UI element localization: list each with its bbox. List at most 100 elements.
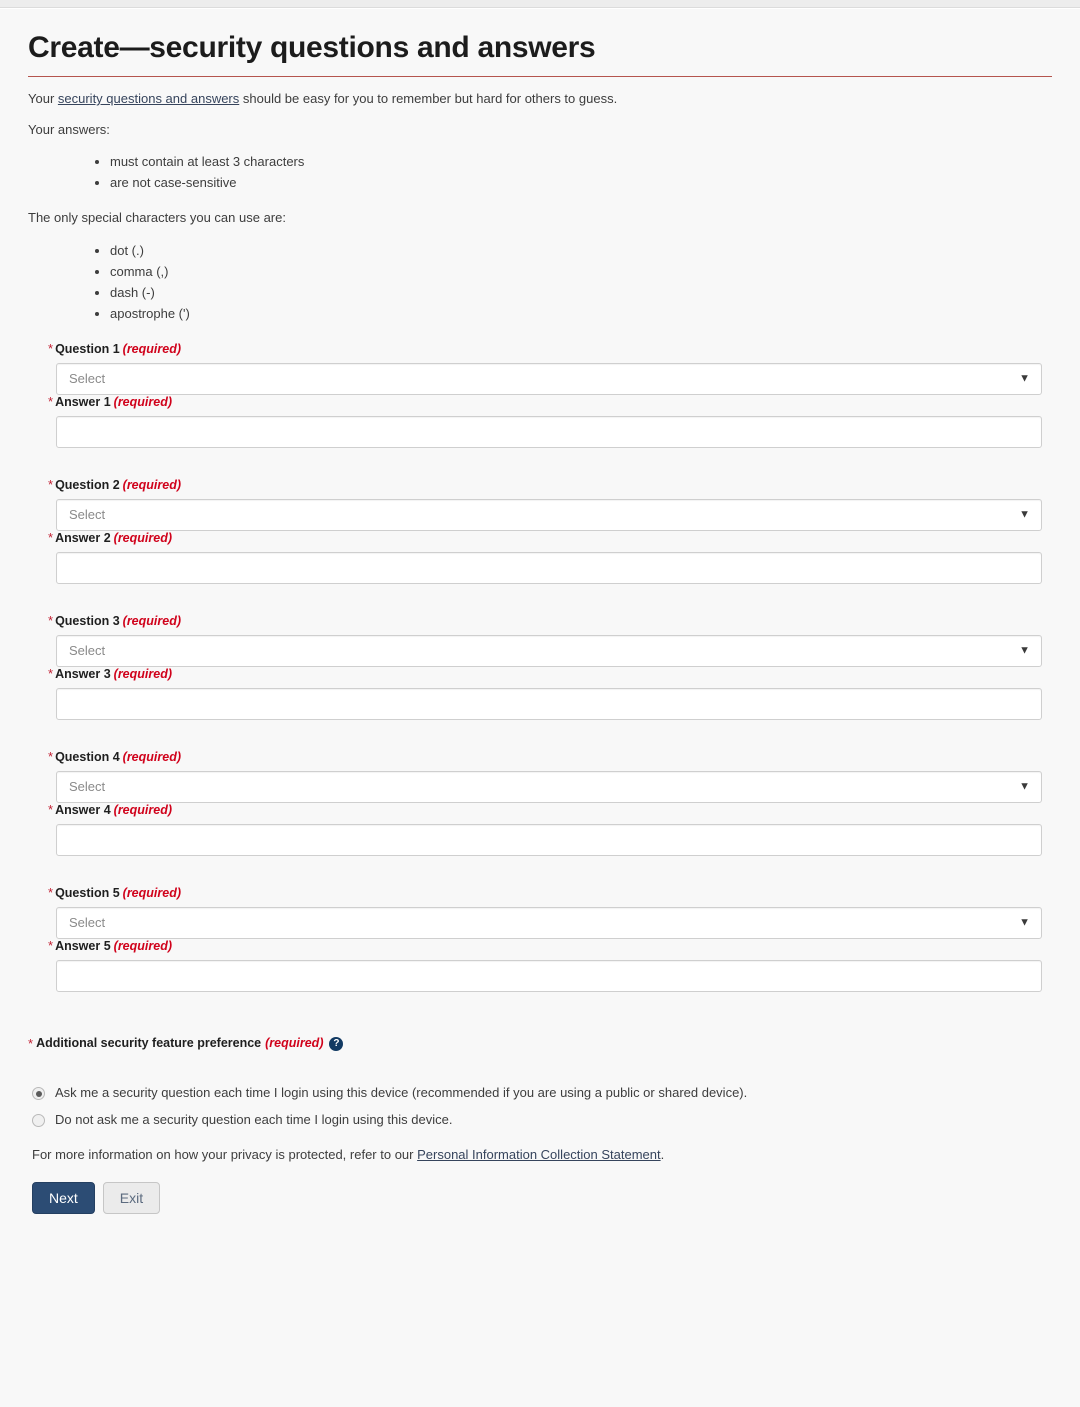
preference-option-ask-label: Ask me a security question each time I l… bbox=[55, 1084, 748, 1100]
preference-option-do-not-ask-label: Do not ask me a security question each t… bbox=[55, 1112, 453, 1128]
question-1-select-wrapper: Select ▼ bbox=[56, 362, 1042, 395]
required-hint: (required) bbox=[122, 885, 181, 900]
answer-4-input[interactable] bbox=[56, 823, 1042, 856]
required-hint: (required) bbox=[122, 341, 181, 356]
question-2-select-value: Select bbox=[69, 507, 106, 523]
question-2-select-wrapper: Select ▼ bbox=[56, 498, 1042, 531]
required-asterisk: * bbox=[48, 665, 54, 681]
radio-button-ask[interactable] bbox=[32, 1086, 45, 1100]
answer-5-input[interactable] bbox=[56, 959, 1042, 992]
question-3-select-wrapper: Select ▼ bbox=[56, 634, 1042, 667]
answer-3-label-text: Answer 3 bbox=[55, 666, 111, 681]
question-answer-block-4: * Question 4 (required) Select ▼ * Answer 4… bbox=[28, 750, 1052, 856]
list-item: must contain at least 3 characters bbox=[110, 151, 1052, 172]
intro-text-before: Your bbox=[28, 91, 58, 106]
question-4-label-text: Question 4 bbox=[55, 749, 120, 764]
answer-2-label-text: Answer 2 bbox=[55, 530, 111, 545]
privacy-note: For more information on how your privacy… bbox=[32, 1147, 1052, 1162]
exit-button[interactable]: Exit bbox=[102, 1182, 161, 1215]
answer-4-label-text: Answer 4 bbox=[55, 802, 111, 817]
required-hint: (required) bbox=[122, 477, 181, 492]
list-item: dash (-) bbox=[110, 282, 1052, 303]
preference-option-ask[interactable]: Ask me a security question each time I l… bbox=[28, 1085, 1052, 1102]
question-answer-block-2: * Question 2 (required) Select ▼ * Answer 2… bbox=[28, 478, 1052, 584]
security-questions-link[interactable]: security questions and answers bbox=[58, 91, 239, 106]
privacy-note-after: . bbox=[660, 1147, 665, 1163]
question-3-select[interactable]: Select bbox=[56, 634, 1042, 667]
list-item: are not case-sensitive bbox=[110, 172, 1052, 193]
additional-security-preference-section: * Additional security feature preference(… bbox=[28, 1036, 1052, 1234]
question-5-select[interactable]: Select bbox=[56, 906, 1042, 939]
page-container: Create—security questions and answers Yo… bbox=[0, 9, 1080, 1407]
list-item: comma (,) bbox=[110, 261, 1052, 282]
list-item: apostrophe (') bbox=[110, 303, 1052, 324]
question-4-select[interactable]: Select bbox=[56, 770, 1042, 803]
privacy-note-before: For more information on how your privacy… bbox=[32, 1147, 418, 1163]
answer-1-label-text: Answer 1 bbox=[55, 394, 111, 409]
required-hint: (required) bbox=[113, 938, 172, 953]
question-3-select-value: Select bbox=[69, 643, 106, 659]
title-divider bbox=[28, 76, 1052, 77]
question-4-select-wrapper: Select ▼ bbox=[56, 770, 1042, 803]
answer-5-label-text: Answer 5 bbox=[55, 938, 111, 953]
preference-radio-group: Ask me a security question each time I l… bbox=[28, 1085, 1052, 1130]
answer-1-label: * Answer 1 (required) bbox=[48, 395, 1052, 410]
answer-2-label: * Answer 2 (required) bbox=[48, 531, 1052, 546]
required-asterisk: * bbox=[48, 393, 54, 409]
required-asterisk: * bbox=[48, 937, 54, 953]
answer-1-input[interactable] bbox=[56, 415, 1042, 448]
preference-option-do-not-ask[interactable]: Do not ask me a security question each t… bbox=[28, 1112, 1052, 1129]
required-hint: (required) bbox=[122, 613, 181, 628]
required-asterisk: * bbox=[48, 612, 54, 628]
question-5-label: * Question 5 (required) bbox=[48, 886, 1052, 901]
answer-3-label: * Answer 3 (required) bbox=[48, 667, 1052, 682]
answers-heading: Your answers: bbox=[28, 121, 110, 137]
browser-top-strip bbox=[0, 0, 1080, 8]
form-action-buttons: Next Exit bbox=[32, 1182, 1052, 1234]
question-1-select[interactable]: Select bbox=[56, 362, 1042, 395]
required-asterisk: * bbox=[48, 748, 54, 764]
question-1-select-value: Select bbox=[69, 371, 106, 387]
next-button[interactable]: Next bbox=[32, 1182, 95, 1215]
required-hint: (required) bbox=[113, 394, 172, 409]
question-answer-block-3: * Question 3 (required) Select ▼ * Answer 3… bbox=[28, 614, 1052, 720]
required-asterisk: * bbox=[48, 340, 54, 356]
required-asterisk: * bbox=[48, 801, 54, 817]
answers-rules-list: must contain at least 3 characters are n… bbox=[28, 151, 1052, 193]
question-5-label-text: Question 5 bbox=[55, 885, 120, 900]
required-hint: (required) bbox=[265, 1036, 324, 1051]
privacy-statement-link[interactable]: Personal Information Collection Statemen… bbox=[417, 1147, 661, 1162]
list-item: dot (.) bbox=[110, 240, 1052, 261]
question-answer-block-5: * Question 5 (required) Select ▼ * Answer 5… bbox=[28, 886, 1052, 992]
question-2-select[interactable]: Select bbox=[56, 498, 1042, 531]
required-hint: (required) bbox=[113, 666, 172, 681]
preference-label: * Additional security feature preference(… bbox=[28, 1036, 1052, 1052]
question-1-label: * Question 1 (required) bbox=[48, 342, 1052, 357]
question-2-label-text: Question 2 bbox=[55, 477, 120, 492]
question-5-select-value: Select bbox=[69, 915, 106, 931]
radio-button-do-not-ask[interactable] bbox=[32, 1114, 45, 1128]
required-asterisk: * bbox=[48, 529, 54, 545]
question-5-select-wrapper: Select ▼ bbox=[56, 906, 1042, 939]
question-1-label-text: Question 1 bbox=[55, 341, 120, 356]
required-hint: (required) bbox=[113, 802, 172, 817]
answer-3-input[interactable] bbox=[56, 687, 1042, 720]
special-characters-heading: The only special characters you can use … bbox=[28, 210, 286, 226]
answer-4-label: * Answer 4 (required) bbox=[48, 803, 1052, 818]
question-2-label: * Question 2 (required) bbox=[48, 478, 1052, 493]
required-asterisk: * bbox=[28, 1035, 34, 1051]
preference-label-text: Additional security feature preference bbox=[36, 1036, 262, 1051]
help-circle-icon[interactable]: ? bbox=[329, 1036, 344, 1051]
required-asterisk: * bbox=[48, 884, 54, 900]
required-hint: (required) bbox=[122, 749, 181, 764]
intro-text-after: should be easy for you to remember but h… bbox=[239, 91, 618, 106]
page-title: Create—security questions and answers bbox=[28, 31, 596, 64]
answer-2-input[interactable] bbox=[56, 551, 1042, 584]
question-3-label-text: Question 3 bbox=[55, 613, 120, 628]
page-content: Create—security questions and answers Yo… bbox=[0, 9, 1080, 1234]
required-asterisk: * bbox=[48, 476, 54, 492]
question-4-label: * Question 4 (required) bbox=[48, 750, 1052, 765]
intro-paragraph: Your security questions and answers shou… bbox=[28, 90, 1052, 108]
special-characters-list: dot (.) comma (,) dash (-) apostrophe ('… bbox=[28, 240, 1052, 324]
question-4-select-value: Select bbox=[69, 779, 106, 795]
